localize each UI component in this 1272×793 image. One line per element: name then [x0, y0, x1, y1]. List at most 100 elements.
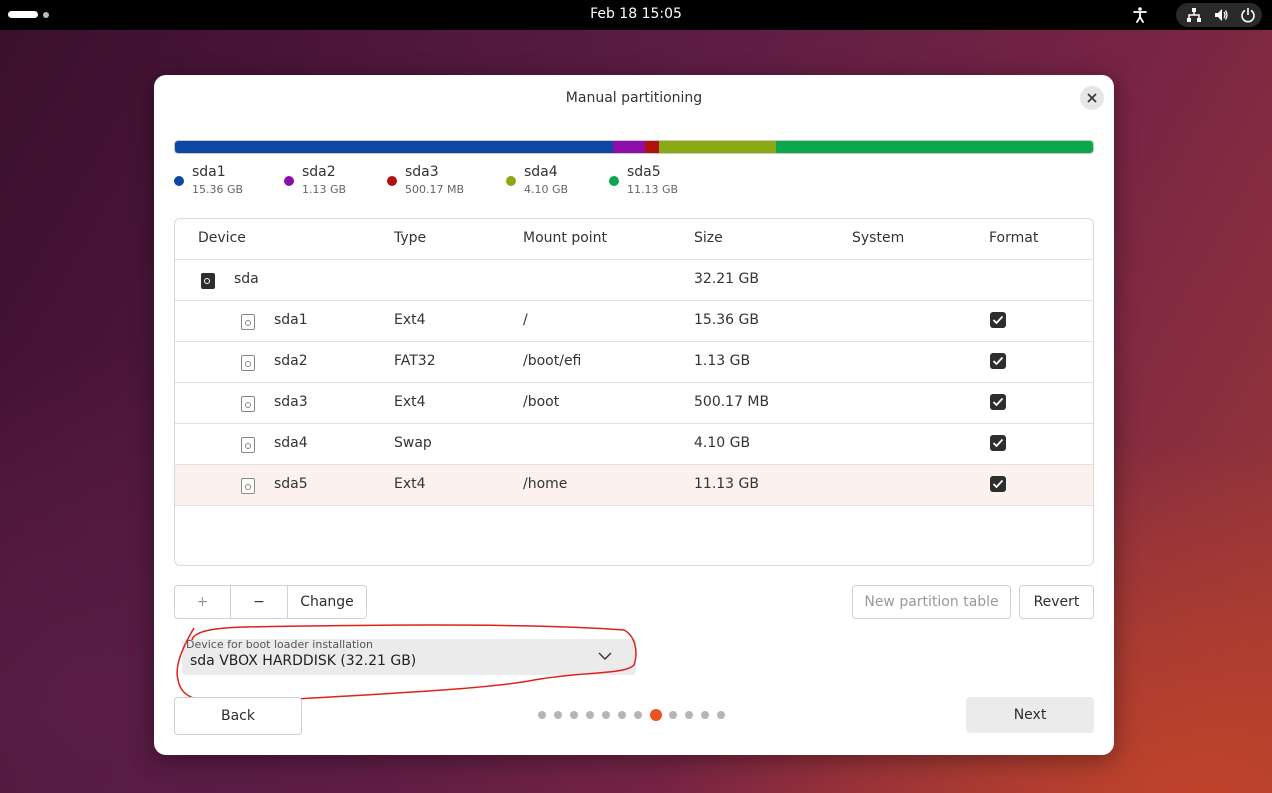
dialog-title: Manual partitioning — [565, 90, 703, 106]
partition-type: Swap — [394, 435, 432, 451]
step-dot — [602, 711, 610, 719]
mount-point: / — [523, 312, 528, 328]
format-checkbox[interactable] — [990, 353, 1006, 369]
partition-size: 500.17 MB — [694, 394, 770, 410]
legend-name: sda3 — [405, 164, 439, 180]
network-icon — [1187, 8, 1201, 22]
partition-type: Ext4 — [394, 394, 426, 410]
partition-size: 1.13 GB — [694, 353, 751, 369]
partition-icon — [241, 314, 255, 330]
step-dot — [570, 711, 578, 719]
device-name: sda3 — [274, 394, 308, 410]
legend-size: 500.17 MB — [405, 183, 465, 196]
close-button[interactable] — [1080, 86, 1104, 110]
checkmark-icon — [992, 315, 1004, 325]
accessibility-icon[interactable] — [1131, 6, 1149, 24]
volume-icon — [1215, 9, 1228, 21]
clock[interactable]: Feb 18 15:05 — [0, 6, 1272, 22]
legend-name: sda5 — [627, 164, 661, 180]
table-row[interactable]: sda2 FAT32/boot/efi 1.13 GB — [175, 342, 1093, 383]
device-name: sda — [234, 271, 259, 287]
checkmark-icon — [992, 397, 1004, 407]
partition-type: FAT32 — [394, 353, 436, 369]
partition-size: 15.36 GB — [694, 312, 759, 328]
partition-icon — [241, 355, 255, 371]
manual-partitioning-dialog: Manual partitioning sda1 15.36 GB sda2 1.13… — [154, 75, 1114, 755]
partition-size: 4.10 GB — [694, 435, 751, 451]
format-checkbox[interactable] — [990, 312, 1006, 328]
legend-color-dot — [387, 176, 397, 186]
step-dot — [586, 711, 594, 719]
legend-size: 11.13 GB — [627, 183, 679, 196]
legend-color-dot — [284, 176, 294, 186]
legend-size: 15.36 GB — [192, 183, 244, 196]
table-header: Device Type Mount point Size System Form… — [175, 219, 1093, 260]
legend-name: sda1 — [192, 164, 226, 180]
step-dot — [717, 711, 725, 719]
mount-point: /boot/efi — [523, 353, 582, 369]
partition-segment-sda5 — [775, 141, 1093, 153]
add-partition-button[interactable]: + — [174, 585, 231, 619]
revert-button[interactable]: Revert — [1019, 585, 1094, 619]
header-format[interactable]: Format — [989, 230, 1038, 246]
bootloader-value: sda VBOX HARDDISK (32.21 GB) — [190, 653, 417, 669]
checkmark-icon — [992, 479, 1004, 489]
device-name: sda2 — [274, 353, 308, 369]
step-dot — [701, 711, 709, 719]
new-partition-table-button[interactable]: New partition table — [852, 585, 1011, 619]
checkmark-icon — [992, 438, 1004, 448]
change-partition-button[interactable]: Change — [287, 585, 367, 619]
step-dot-current — [650, 709, 662, 721]
header-mount-point[interactable]: Mount point — [523, 230, 607, 246]
header-size[interactable]: Size — [694, 230, 723, 246]
device-name: sda4 — [274, 435, 308, 451]
format-checkbox[interactable] — [990, 394, 1006, 410]
header-system[interactable]: System — [852, 230, 904, 246]
legend-color-dot — [174, 176, 184, 186]
step-indicator — [538, 709, 738, 721]
partition-action-buttons: + − Change — [174, 585, 367, 619]
step-dot — [538, 711, 546, 719]
header-device[interactable]: Device — [198, 230, 246, 246]
partition-legend: sda1 15.36 GB sda2 1.13 GB sda3 500.17 MB sda4… — [174, 164, 1094, 198]
top-bar: Feb 18 15:05 — [0, 0, 1272, 30]
step-dot — [685, 711, 693, 719]
table-row[interactable]: sda3 Ext4/boot 500.17 MB — [175, 383, 1093, 424]
device-size: 32.21 GB — [694, 271, 759, 287]
step-dot — [669, 711, 677, 719]
legend-color-dot — [506, 176, 516, 186]
step-dot — [554, 711, 562, 719]
back-button[interactable]: Back — [174, 697, 302, 735]
partition-segment-sda2 — [612, 141, 645, 153]
header-type[interactable]: Type — [394, 230, 426, 246]
partition-segment-sda1 — [175, 141, 613, 153]
legend-name: sda4 — [524, 164, 558, 180]
legend-size: 1.13 GB — [302, 183, 347, 196]
legend-name: sda2 — [302, 164, 336, 180]
partition-type: Ext4 — [394, 476, 426, 492]
table-row[interactable]: sda1 Ext4 / 15.36 GB — [175, 301, 1093, 342]
format-checkbox[interactable] — [990, 435, 1006, 451]
bootloader-label: Device for boot loader installation — [186, 638, 374, 651]
mount-point: /home — [523, 476, 568, 492]
device-name: sda1 — [274, 312, 308, 328]
table-row[interactable]: sda5 Ext4/home 11.13 GB — [175, 465, 1093, 506]
remove-partition-button[interactable]: − — [230, 585, 288, 619]
format-checkbox[interactable] — [990, 476, 1006, 492]
step-dot — [618, 711, 626, 719]
close-icon — [1087, 93, 1097, 103]
table-row-disk[interactable]: sda 32.21 GB — [175, 260, 1093, 301]
partition-size: 11.13 GB — [694, 476, 759, 492]
mount-point: /boot — [523, 394, 560, 410]
partition-usage-bar — [174, 140, 1094, 154]
system-tray[interactable] — [1176, 3, 1262, 27]
checkmark-icon — [992, 356, 1004, 366]
power-icon — [1241, 8, 1255, 23]
disk-icon — [201, 273, 215, 289]
bootloader-device-dropdown[interactable]: Device for boot loader installation sda … — [182, 638, 636, 675]
partition-segment-sda3 — [644, 141, 660, 153]
partition-icon — [241, 396, 255, 412]
next-button[interactable]: Next — [966, 697, 1094, 733]
partition-type: Ext4 — [394, 312, 426, 328]
table-row[interactable]: sda4 Swap 4.10 GB — [175, 424, 1093, 465]
